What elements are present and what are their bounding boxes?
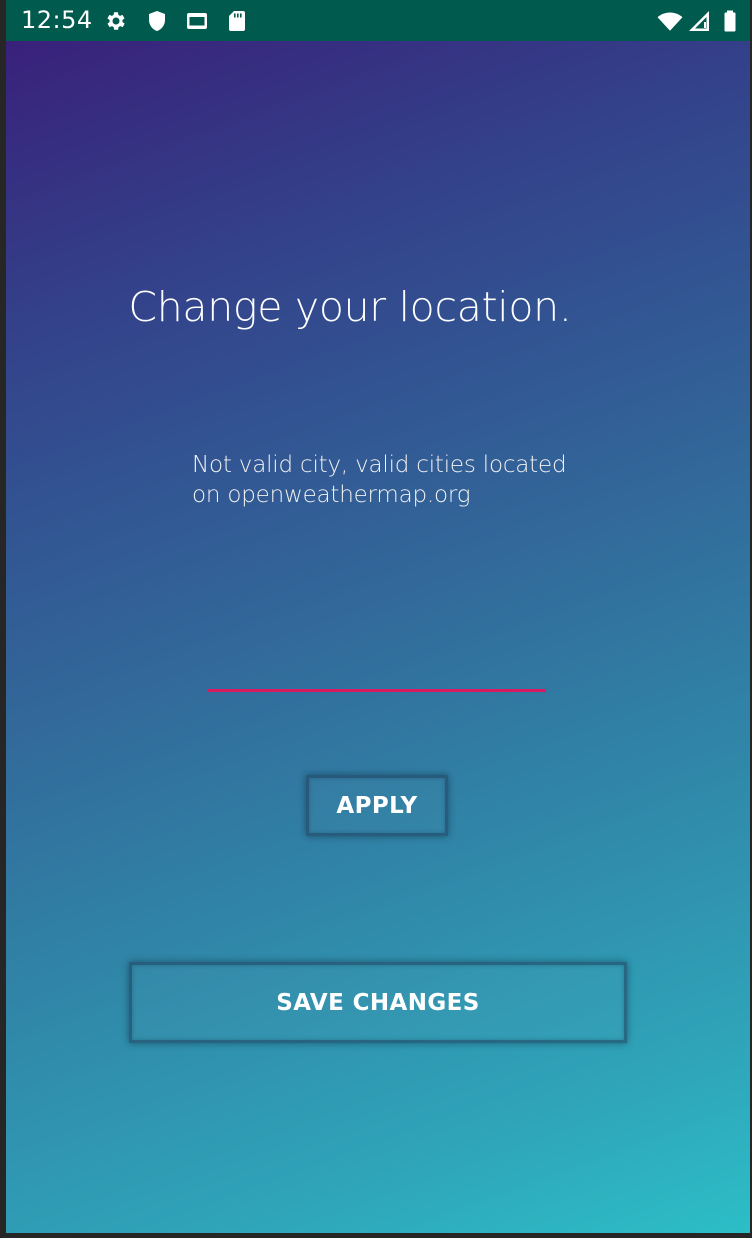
screen-icon <box>187 13 207 29</box>
apply-button[interactable]: APPLY <box>306 775 448 836</box>
app-screen: 12:54 Change your location. Not valid ci… <box>6 0 750 1233</box>
save-changes-button[interactable]: SAVE CHANGES <box>129 962 627 1043</box>
status-time: 12:54 <box>21 6 93 34</box>
device-frame: 12:54 Change your location. Not valid ci… <box>0 0 752 1238</box>
apply-button-label: APPLY <box>336 792 418 819</box>
battery-icon <box>724 10 736 32</box>
wifi-icon <box>657 12 683 31</box>
page-title: Change your location. <box>128 283 572 331</box>
save-changes-button-label: SAVE CHANGES <box>276 989 480 1016</box>
gear-icon <box>107 12 125 30</box>
status-bar: 12:54 <box>6 0 750 41</box>
sd-card-icon <box>229 11 245 31</box>
signal-icon <box>689 11 709 31</box>
validation-message: Not valid city, valid cities located on … <box>192 452 567 508</box>
city-input[interactable] <box>208 640 546 692</box>
shield-icon <box>149 11 165 31</box>
